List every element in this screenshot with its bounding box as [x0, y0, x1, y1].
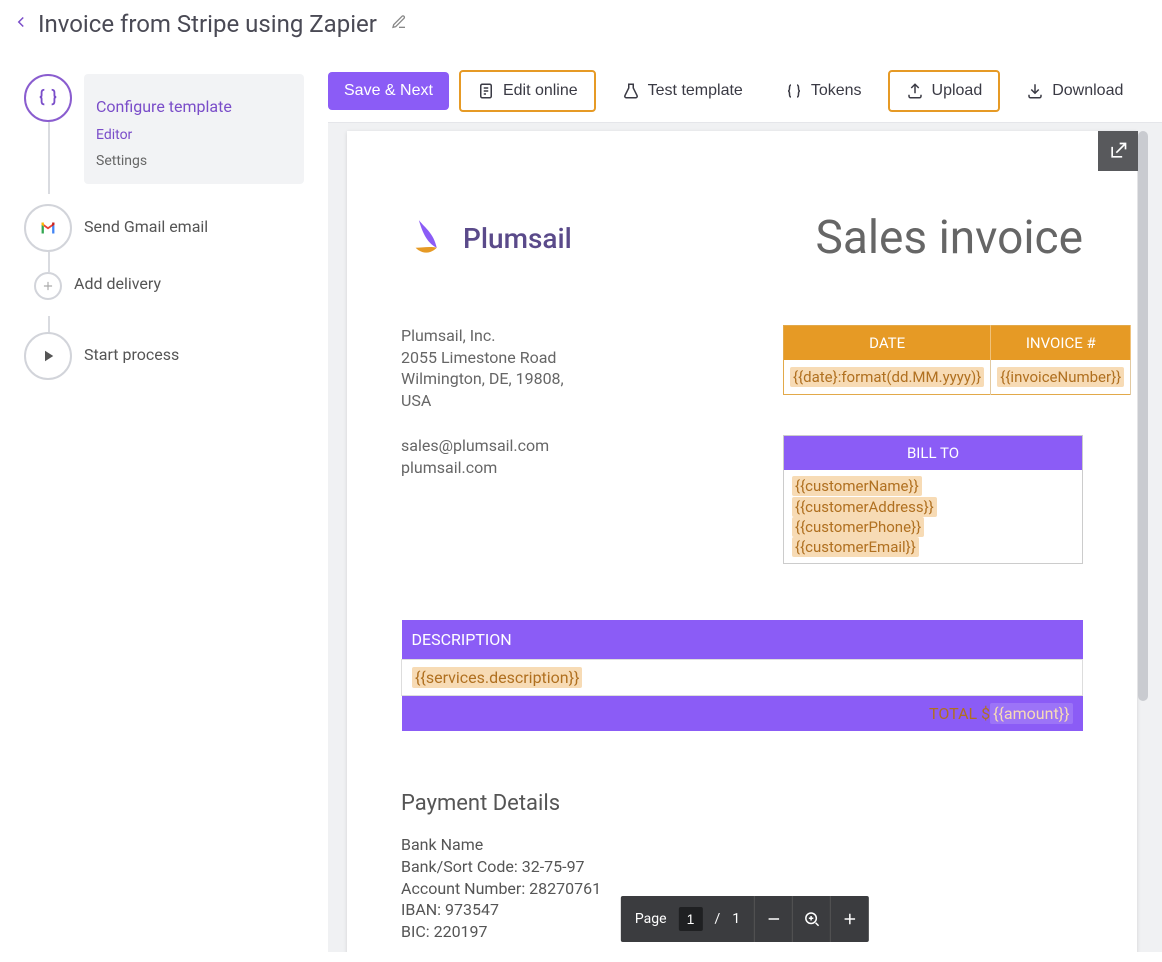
steps-sidebar: Configure template Editor Settings Send … — [0, 54, 320, 952]
description-table: DESCRIPTION {{services.description}} TOT… — [401, 620, 1083, 731]
scrollbar[interactable] — [1138, 131, 1148, 701]
edit-title-icon[interactable] — [391, 14, 407, 34]
back-icon[interactable] — [12, 13, 30, 35]
braces-icon — [24, 74, 72, 122]
total-row: TOTAL ${{amount}} — [402, 696, 1083, 732]
save-next-button[interactable]: Save & Next — [328, 72, 449, 110]
tokens-label: Tokens — [811, 82, 862, 100]
customer-name-token: {{customerName}} — [792, 476, 922, 496]
company-contact: sales@plumsail.com plumsail.com — [401, 435, 783, 564]
step-label[interactable]: Start process — [84, 332, 304, 364]
download-button[interactable]: Download — [1010, 72, 1139, 110]
zoom-out-icon[interactable] — [755, 896, 793, 942]
payment-details-title: Payment Details — [401, 791, 1083, 816]
brand-logo: Plumsail — [401, 212, 572, 264]
brand-name: Plumsail — [463, 222, 572, 255]
customer-phone-token: {{customerPhone}} — [792, 517, 924, 537]
step-label[interactable]: Configure template — [96, 84, 292, 116]
test-template-label: Test template — [648, 82, 743, 100]
step-configure-template[interactable]: Configure template Editor Settings — [24, 74, 304, 184]
customer-email-token: {{customerEmail}} — [792, 537, 919, 557]
zoom-reset-icon[interactable] — [793, 896, 831, 942]
substep-editor[interactable]: Editor — [96, 122, 292, 148]
invoice-info-table: DATE INVOICE # {{date}:format(dd.MM.yyyy… — [783, 325, 1131, 395]
edit-online-label: Edit online — [503, 82, 578, 100]
preview-pane: Plumsail Sales invoice Plumsail, Inc. 20… — [328, 122, 1162, 952]
plus-icon — [34, 272, 62, 300]
download-label: Download — [1052, 82, 1123, 100]
customer-address-token: {{customerAddress}} — [792, 497, 937, 517]
page-separator: / — [715, 911, 721, 927]
date-token: {{date}:format(dd.MM.yyyy)} — [790, 367, 984, 387]
page-current-input[interactable] — [679, 907, 703, 931]
toolbar: Save & Next Edit online Test template To… — [328, 70, 1162, 112]
play-icon — [24, 332, 72, 380]
invoice-header: INVOICE # — [991, 326, 1131, 361]
test-template-button[interactable]: Test template — [606, 72, 759, 110]
date-header: DATE — [784, 326, 991, 361]
step-send-gmail[interactable]: Send Gmail email — [24, 204, 304, 262]
open-external-icon[interactable] — [1098, 131, 1138, 171]
upload-button[interactable]: Upload — [888, 70, 1001, 112]
page-total: 1 — [732, 911, 740, 927]
gmail-icon — [24, 204, 72, 252]
bill-to-table: BILL TO {{customerName}} {{customerAddre… — [783, 435, 1083, 564]
amount-token: {{amount}} — [990, 703, 1072, 724]
page-title: Invoice from Stripe using Zapier — [38, 10, 377, 38]
step-add-delivery[interactable]: Add delivery — [24, 268, 304, 326]
company-address: Plumsail, Inc. 2055 Limestone Road Wilmi… — [401, 325, 783, 411]
document-title: Sales invoice — [816, 211, 1084, 265]
description-header: DESCRIPTION — [402, 620, 1083, 660]
document-page: Plumsail Sales invoice Plumsail, Inc. 20… — [347, 131, 1137, 952]
tokens-button[interactable]: Tokens — [769, 72, 878, 110]
step-label[interactable]: Send Gmail email — [84, 204, 304, 236]
step-start-process[interactable]: Start process — [24, 332, 304, 390]
invoice-token: {{invoiceNumber}} — [997, 367, 1124, 387]
edit-online-button[interactable]: Edit online — [459, 70, 596, 112]
bill-to-header: BILL TO — [784, 436, 1083, 471]
services-description-token: {{services.description}} — [412, 667, 582, 688]
upload-label: Upload — [932, 82, 983, 100]
zoom-in-icon[interactable] — [831, 896, 869, 942]
step-label[interactable]: Add delivery — [74, 268, 304, 293]
page-label: Page — [635, 911, 667, 927]
substep-settings[interactable]: Settings — [96, 148, 292, 174]
pdf-controls: Page / 1 — [621, 896, 869, 942]
